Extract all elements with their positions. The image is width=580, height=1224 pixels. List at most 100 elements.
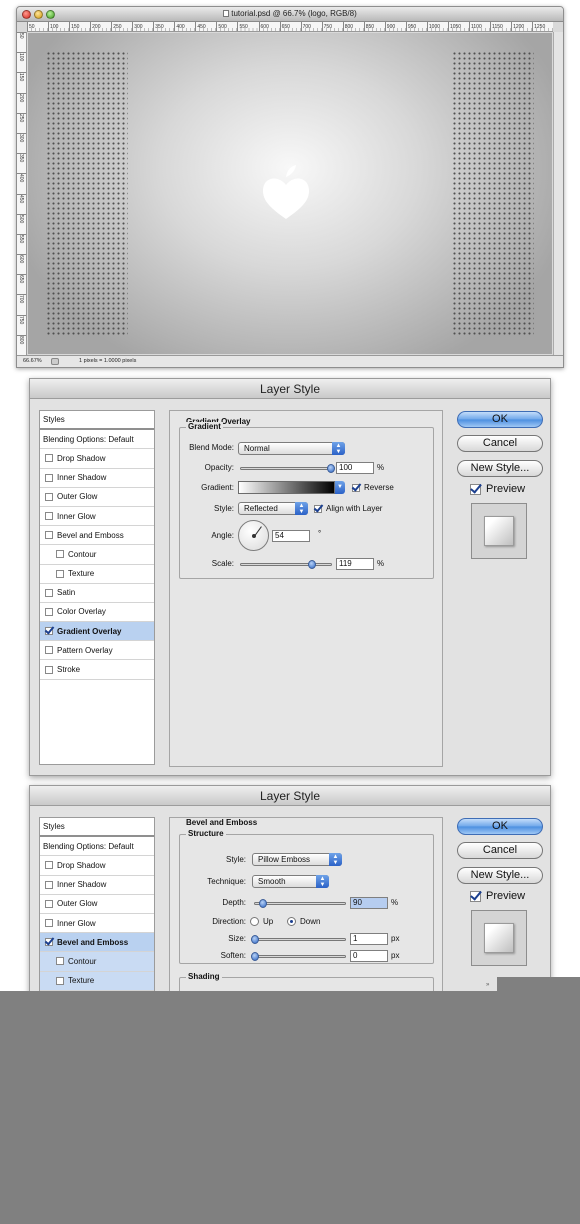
gradient-dropdown-icon[interactable]: ▼ [335, 481, 345, 494]
document-canvas[interactable] [28, 33, 552, 354]
new-style-button[interactable]: New Style... [457, 460, 543, 477]
direction-down-radio-button[interactable] [287, 917, 296, 926]
ruler-tick-label: 600 [17, 254, 26, 274]
vertical-scrollbar[interactable] [553, 32, 563, 355]
depth-input[interactable]: 90 [350, 897, 388, 909]
preview-checkbox[interactable]: Preview [470, 890, 525, 902]
soften-slider-knob[interactable] [251, 952, 259, 961]
style-item-gradient-overlay[interactable]: Gradient Overlay [40, 622, 154, 642]
ruler-tick-label: 550 [237, 22, 259, 31]
style-checkbox[interactable] [45, 531, 53, 540]
blending-options-item[interactable]: Blending Options: Default [40, 430, 154, 450]
size-slider[interactable] [251, 935, 346, 944]
style-item-inner-shadow[interactable]: Inner Shadow [40, 875, 154, 895]
soften-input[interactable]: 0 [350, 950, 388, 962]
depth-slider[interactable] [254, 899, 346, 908]
opacity-input[interactable]: 100 [336, 462, 374, 474]
scale-input[interactable]: 119 [336, 558, 374, 570]
style-checkbox[interactable] [45, 646, 53, 655]
style-checkbox[interactable] [56, 569, 64, 578]
scale-slider-knob[interactable] [308, 560, 317, 569]
size-input[interactable]: 1 [350, 933, 388, 945]
style-item-texture[interactable]: Texture [40, 971, 154, 991]
style-item-stroke[interactable]: Stroke [40, 660, 154, 680]
style-item-label: Pattern Overlay [57, 645, 113, 655]
style-item-drop-shadow[interactable]: Drop Shadow [40, 449, 154, 469]
preview-checkbox-box[interactable] [470, 483, 481, 495]
style-item-texture[interactable]: Texture [40, 564, 154, 584]
style-item-inner-shadow[interactable]: Inner Shadow [40, 468, 154, 488]
soften-slider[interactable] [251, 952, 346, 961]
style-checkbox[interactable] [45, 512, 53, 521]
style-checkbox[interactable] [45, 919, 53, 928]
zoom-level[interactable]: 66.67% [23, 356, 42, 367]
styles-header[interactable]: Styles [40, 818, 154, 838]
style-item-inner-glow[interactable]: Inner Glow [40, 913, 154, 934]
reverse-checkbox-box[interactable] [352, 483, 360, 492]
style-item-bevel-and-emboss[interactable]: Bevel and Emboss [40, 933, 154, 953]
style-checkbox[interactable] [45, 938, 53, 947]
style-item-contour[interactable]: Contour [40, 545, 154, 565]
gradient-picker[interactable]: ▼ [238, 481, 345, 494]
styles-header[interactable]: Styles [40, 411, 154, 431]
opacity-slider[interactable] [240, 464, 335, 473]
style-item-inner-glow[interactable]: Inner Glow [40, 506, 154, 527]
style-checkbox[interactable] [45, 588, 53, 597]
reverse-label: Reverse [364, 483, 394, 492]
style-item-contour[interactable]: Contour [40, 952, 154, 972]
gradient-style-select[interactable]: Reflected ▲ ▼ [238, 502, 308, 515]
direction-up-radio-button[interactable] [250, 917, 259, 926]
angle-dial[interactable] [238, 520, 269, 551]
direction-up-radio[interactable]: Up [250, 917, 273, 926]
style-item-outer-glow[interactable]: Outer Glow [40, 487, 154, 507]
window-titlebar[interactable]: tutorial.psd @ 66.7% (logo, RGB/8) [17, 7, 563, 22]
size-slider-knob[interactable] [251, 935, 259, 944]
bevel-style-label: Style: [225, 855, 246, 864]
cancel-button[interactable]: Cancel [457, 842, 543, 859]
style-checkbox[interactable] [45, 627, 53, 636]
gradient-style-value: Reflected [244, 504, 278, 513]
bevel-style-select[interactable]: Pillow Emboss ▲ ▼ [252, 853, 342, 866]
style-item-color-overlay[interactable]: Color Overlay [40, 602, 154, 623]
technique-select[interactable]: Smooth ▲ ▼ [252, 875, 329, 888]
style-item-outer-glow[interactable]: Outer Glow [40, 894, 154, 914]
style-checkbox[interactable] [45, 454, 53, 463]
style-checkbox[interactable] [56, 550, 64, 559]
style-checkbox[interactable] [45, 880, 53, 889]
angle-label: Angle: [211, 531, 234, 540]
style-checkbox[interactable] [56, 976, 64, 985]
style-checkbox[interactable] [45, 861, 53, 870]
angle-input[interactable]: 54 [272, 530, 310, 542]
style-item-satin[interactable]: Satin [40, 583, 154, 603]
align-checkbox-box[interactable] [314, 504, 322, 513]
style-item-pattern-overlay[interactable]: Pattern Overlay [40, 641, 154, 661]
style-checkbox[interactable] [45, 607, 53, 616]
preview-checkbox-box[interactable] [470, 890, 481, 902]
status-menu-icon[interactable] [51, 358, 59, 365]
style-checkbox[interactable] [45, 492, 53, 501]
scale-slider[interactable] [240, 560, 332, 569]
horizontal-ruler[interactable]: 50 100 150 200 250 300 350 400 450 500 550 600 650 70… [27, 22, 553, 32]
reverse-checkbox[interactable]: Reverse [352, 483, 394, 492]
ok-button[interactable]: OK [457, 411, 543, 428]
depth-slider-knob[interactable] [259, 899, 268, 908]
style-checkbox[interactable] [45, 473, 53, 482]
scale-label: Scale: [211, 559, 234, 568]
ruler-tick-label: 950 [405, 22, 427, 31]
style-item-drop-shadow[interactable]: Drop Shadow [40, 856, 154, 876]
style-item-bevel-and-emboss[interactable]: Bevel and Emboss [40, 526, 154, 546]
style-checkbox[interactable] [45, 665, 53, 674]
ruler-tick-label: 550 [17, 233, 26, 254]
style-checkbox[interactable] [45, 899, 53, 908]
opacity-slider-knob[interactable] [327, 464, 335, 473]
cancel-button[interactable]: Cancel [457, 435, 543, 452]
align-with-layer-checkbox[interactable]: Align with Layer [314, 504, 382, 513]
blending-options-item[interactable]: Blending Options: Default [40, 837, 154, 857]
blend-mode-select[interactable]: Normal ▲ ▼ [238, 442, 345, 455]
ok-button[interactable]: OK [457, 818, 543, 835]
new-style-button[interactable]: New Style... [457, 867, 543, 884]
direction-down-radio[interactable]: Down [287, 917, 320, 926]
preview-checkbox[interactable]: Preview [470, 483, 525, 495]
style-checkbox[interactable] [56, 957, 64, 966]
vertical-ruler[interactable]: 50 100 150 200 250 300 350 400 450 500 550 600 650 70… [17, 32, 27, 355]
